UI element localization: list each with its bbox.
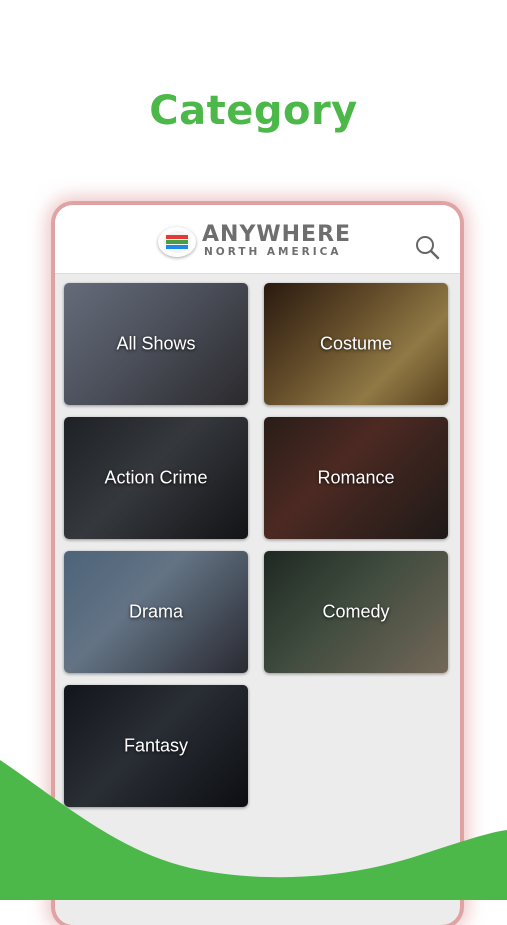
category-label: Drama [128, 601, 183, 622]
category-label: Romance [317, 467, 395, 488]
promo-headline: Category [149, 88, 358, 134]
category-tile-costume[interactable]: Costume [264, 283, 448, 405]
logo-title: ANYWHERE [202, 222, 352, 247]
category-label: Fantasy [123, 735, 189, 756]
category-label: Comedy [322, 601, 390, 622]
category-tile-action-crime[interactable]: Action Crime [64, 417, 248, 539]
decorative-green-wave [0, 760, 507, 900]
logo-subtitle: NORTH AMERICA [204, 246, 342, 258]
category-tile-romance[interactable]: Romance [264, 417, 448, 539]
category-label: Action Crime [104, 467, 208, 488]
category-label: All Shows [116, 333, 196, 354]
category-label: Costume [319, 333, 393, 354]
app-header: ANYWHERE NORTH AMERICA [55, 205, 460, 274]
category-tile-comedy[interactable]: Comedy [264, 551, 448, 673]
category-tile-drama[interactable]: Drama [64, 551, 248, 673]
tvb-logo-icon [158, 227, 196, 257]
category-tile-all-shows[interactable]: All Shows [64, 283, 248, 405]
app-logo: ANYWHERE NORTH AMERICA [158, 223, 358, 263]
search-icon [416, 236, 440, 260]
search-button[interactable] [413, 233, 443, 263]
